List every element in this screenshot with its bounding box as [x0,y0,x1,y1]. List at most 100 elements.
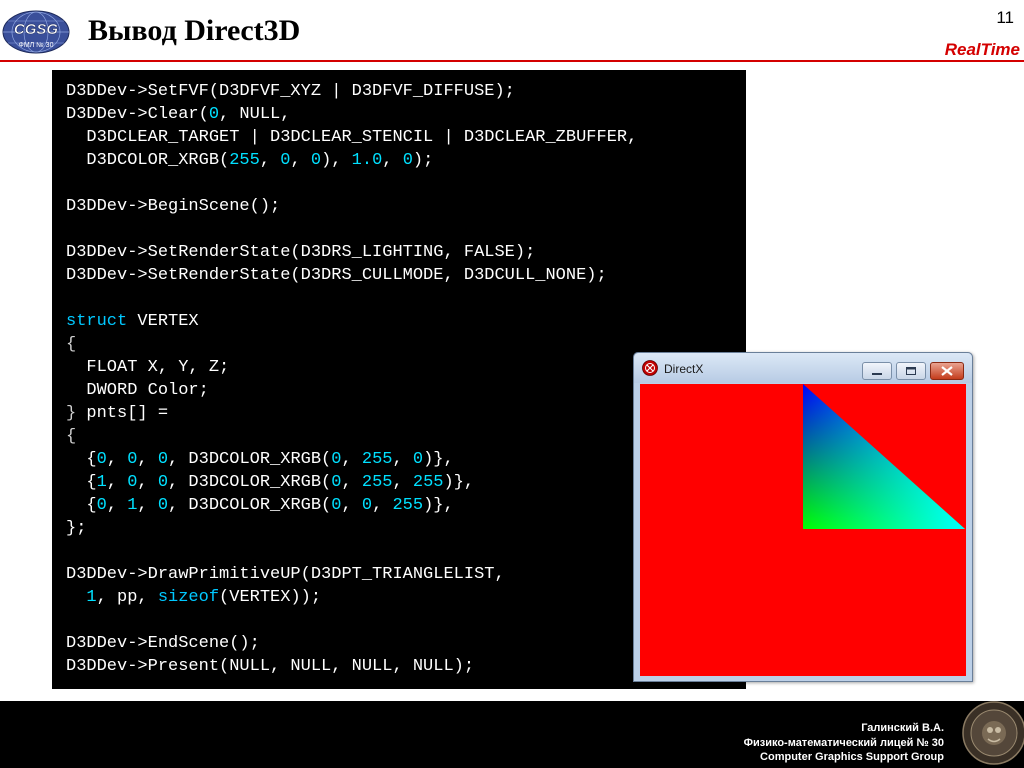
code-token: } [66,404,77,423]
code-line: { [66,333,637,356]
code-token: 0 [331,473,342,492]
code-token: , [106,473,128,492]
code-token: , [382,151,403,170]
slide-title: Вывод Direct3D [88,14,301,47]
code-token: 255 [392,496,424,515]
logo-subtext: ФМЛ № 30 [19,42,54,49]
footer-group: Computer Graphics Support Group [760,751,944,763]
code-line: D3DDev->EndScene(); [66,632,637,655]
minimize-icon [872,373,882,375]
code-token: 1 [86,588,97,607]
code-token: D3DCLEAR_TARGET | D3DCLEAR_STENCIL | D3D… [66,128,638,147]
code-token: , [106,496,128,515]
code-token: 0 [331,450,342,469]
minimize-button[interactable] [862,362,892,380]
header-divider [0,60,1024,62]
code-token: , NULL, [219,105,291,124]
code-token: 255 [361,450,393,469]
directx-window[interactable]: DirectX [633,352,973,682]
code-token: D3DDev->SetRenderState(D3DRS_CULLMODE, D… [66,266,607,285]
code-line: D3DCOLOR_XRGB(255, 0, 0), 1.0, 0); [66,149,637,172]
code-line: D3DCLEAR_TARGET | D3DCLEAR_STENCIL | D3D… [66,126,637,149]
cgsg-logo: CGSG ФМЛ № 30 [2,10,70,54]
render-viewport [640,384,966,676]
code-line: {0, 1, 0, D3DCOLOR_XRGB(0, 0, 255)}, [66,494,637,517]
close-button[interactable] [930,362,964,380]
code-token: , [392,473,413,492]
code-token: 255 [361,473,393,492]
directx-app-icon [642,360,658,376]
close-icon [941,366,953,376]
code-token: sizeof [157,588,220,607]
code-token: D3DDev->SetRenderState(D3DRS_LIGHTING, F… [66,243,536,262]
code-token: D3DDev->Present(NULL, NULL, NULL, NULL); [66,657,475,676]
code-token: 255 [412,473,444,492]
code-token: 0 [361,496,373,515]
code-token: , D3DCOLOR_XRGB( [168,496,332,515]
code-token: ), [321,151,352,170]
code-token: { [66,427,77,446]
code-token: { [66,335,77,354]
code-token: , [341,496,362,515]
code-token: 0 [157,496,169,515]
code-line: D3DDev->SetFVF(D3DFVF_XYZ | D3DFVF_DIFFU… [66,80,637,103]
code-token: )}, [443,473,475,492]
code-token: 0 [157,450,169,469]
code-token: ); [412,151,434,170]
code-line: D3DDev->DrawPrimitiveUP(D3DPT_TRIANGLELI… [66,563,637,586]
code-token: , D3DCOLOR_XRGB( [168,450,332,469]
code-line: {1, 0, 0, D3DCOLOR_XRGB(0, 255, 255)}, [66,471,637,494]
window-titlebar[interactable]: DirectX [634,353,972,383]
maximize-button[interactable] [896,362,926,380]
code-token: 0 [96,450,107,469]
realtime-brand: RealTime [944,40,1020,59]
code-token: 0 [208,105,220,124]
code-token: 1 [96,473,107,492]
code-token: , [137,473,158,492]
footer-author: Галинский В.А. [861,722,944,734]
code-token: , D3DCOLOR_XRGB( [168,473,332,492]
code-token: D3DDev->EndScene(); [66,634,260,653]
code-token: 0 [157,473,169,492]
code-token: , [341,450,362,469]
code-token: VERTEX [127,312,199,331]
window-title: DirectX [664,362,704,376]
code-line: 1, pp, sizeof(VERTEX)); [66,586,637,609]
code-token: FLOAT X, Y, Z; [66,358,230,377]
code-token: 0 [310,151,322,170]
code-line: D3DDev->Present(NULL, NULL, NULL, NULL); [66,655,637,678]
code-token: , [372,496,393,515]
logo-text: CGSG [14,21,59,38]
code-token: 1 [127,496,138,515]
code-token: 0 [402,151,413,170]
code-token: )}, [423,496,454,515]
code-token: D3DDev->DrawPrimitiveUP(D3DPT_TRIANGLELI… [66,565,505,584]
code-token: , pp, [96,588,158,607]
code-listing: D3DDev->SetFVF(D3DFVF_XYZ | D3DFVF_DIFFU… [66,80,637,678]
code-token: 0 [96,496,107,515]
code-token: , [290,151,311,170]
footer-bar: Галинский В.А. Физико-математический лиц… [0,701,1024,768]
code-token: , [137,496,158,515]
code-token: 0 [127,473,138,492]
code-token: D3DDev->BeginScene(); [66,197,281,216]
code-token: 1.0 [351,151,383,170]
maximize-icon [906,367,916,375]
code-line: D3DDev->Clear(0, NULL, [66,103,637,126]
school-seal-emblem [962,701,1024,765]
page-number: 11 [996,8,1014,27]
footer-school: Физико-математический лицей № 30 [743,736,944,749]
code-token: D3DDev->SetFVF(D3DFVF_XYZ | D3DFVF_DIFFU… [66,82,515,101]
code-line: D3DDev->BeginScene(); [66,195,637,218]
code-token: (VERTEX)); [219,588,322,607]
code-token: , [137,450,158,469]
triangle-render [803,384,965,529]
code-token: 0 [412,450,424,469]
code-token: pnts[] = [76,404,169,423]
code-token: D3DDev->Clear( [66,105,209,124]
code-line: D3DDev->SetRenderState(D3DRS_CULLMODE, D… [66,264,637,287]
